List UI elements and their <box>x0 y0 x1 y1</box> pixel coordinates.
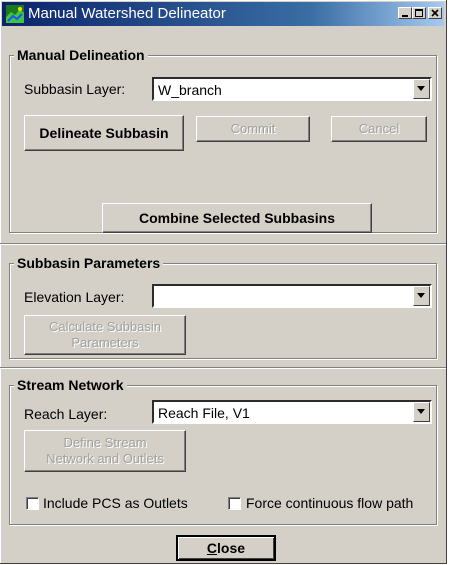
define-stream-network-button[interactable]: Define Stream Network and Outlets <box>24 430 186 472</box>
define-button-line1: Define Stream <box>63 435 147 450</box>
title-bar[interactable]: Manual Watershed Delineator <box>2 2 444 26</box>
close-button[interactable]: Close <box>176 535 276 561</box>
close-button-mnemonic: C <box>206 540 218 556</box>
include-pcs-label: Include PCS as Outlets <box>43 495 188 511</box>
elevation-layer-label: Elevation Layer: <box>24 289 125 305</box>
commit-button[interactable]: Commit <box>196 116 310 142</box>
chevron-down-icon[interactable] <box>413 286 430 306</box>
watershed-app-icon <box>6 5 24 23</box>
force-flow-label: Force continuous flow path <box>246 495 414 511</box>
elevation-layer-dropdown[interactable] <box>152 284 432 308</box>
reach-layer-dropdown[interactable]: Reach File, V1 <box>152 400 432 424</box>
maximize-icon[interactable] <box>412 7 426 19</box>
minimize-icon[interactable] <box>398 7 412 19</box>
chevron-down-icon[interactable] <box>413 79 430 99</box>
subbasin-layer-dropdown[interactable]: W_branch <box>152 77 432 101</box>
subbasin-layer-label: Subbasin Layer: <box>24 81 126 97</box>
calculate-button-line2: Parameters <box>71 335 139 350</box>
cancel-button[interactable]: Cancel <box>331 116 427 142</box>
calculate-button-line1: Calculate Subbasin <box>48 319 162 334</box>
define-button-line2: Network and Outlets <box>46 451 164 466</box>
close-button-label: lose <box>217 540 246 556</box>
subbasin-layer-value: W_branch <box>158 82 222 98</box>
section-separator <box>0 367 446 369</box>
reach-layer-value: Reach File, V1 <box>158 405 250 421</box>
manual-watershed-delineator-window: Manual Watershed Delineator Manual Delin… <box>0 0 447 564</box>
combine-selected-subbasins-button[interactable]: Combine Selected Subbasins <box>102 203 372 233</box>
force-flow-checkbox[interactable] <box>228 497 241 510</box>
subbasin-parameters-legend: Subbasin Parameters <box>14 254 164 272</box>
reach-layer-label: Reach Layer: <box>24 406 108 422</box>
window-title: Manual Watershed Delineator <box>28 5 226 22</box>
calculate-subbasin-parameters-button[interactable]: Calculate Subbasin Parameters <box>24 315 186 355</box>
stream-network-legend: Stream Network <box>14 376 127 394</box>
close-icon[interactable] <box>428 7 442 19</box>
manual-delineation-legend: Manual Delineation <box>14 46 148 64</box>
chevron-down-icon[interactable] <box>413 402 430 422</box>
delineate-subbasin-button[interactable]: Delineate Subbasin <box>24 115 184 151</box>
section-separator <box>0 243 446 245</box>
include-pcs-checkbox[interactable] <box>26 497 39 510</box>
